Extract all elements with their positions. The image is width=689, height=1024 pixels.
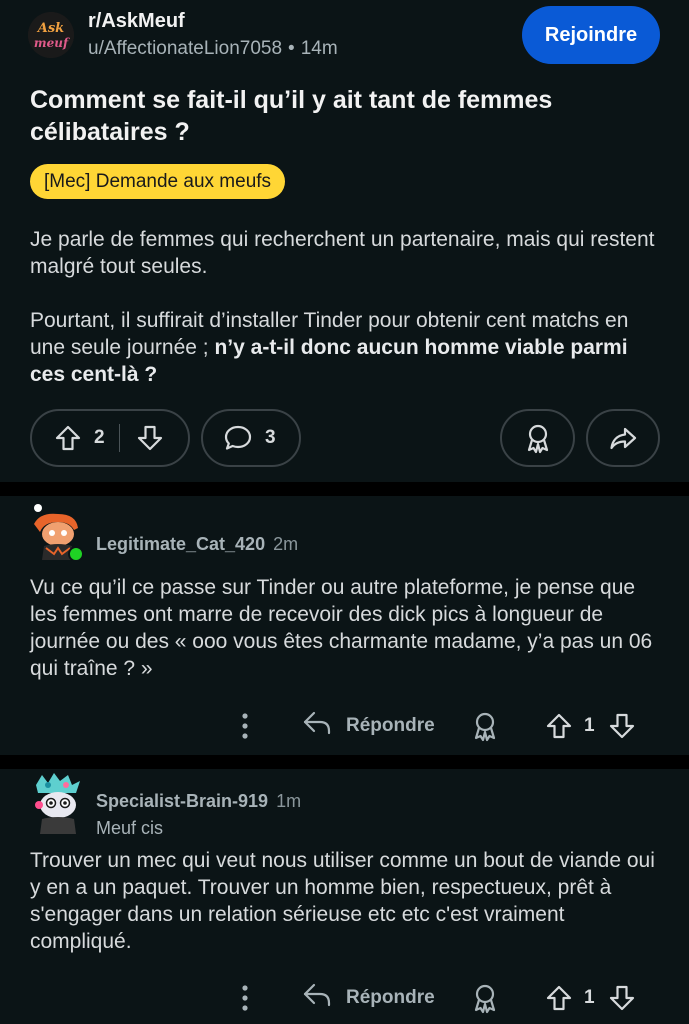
reply-button[interactable]: Répondre bbox=[302, 706, 435, 746]
user-flair: Meuf cis bbox=[96, 818, 164, 838]
share-icon bbox=[608, 423, 638, 453]
post-body-paragraph: Je parle de femmes qui recherchent un pa… bbox=[30, 228, 655, 278]
vote-pill: 2 bbox=[30, 409, 190, 467]
comment-time: 1m bbox=[276, 791, 302, 811]
share-button[interactable] bbox=[586, 409, 660, 467]
svg-text:Ask: Ask bbox=[36, 21, 64, 36]
comment-actions: Répondre 1 bbox=[0, 706, 689, 746]
reply-icon bbox=[302, 710, 332, 742]
avatar[interactable] bbox=[30, 771, 84, 834]
post-title[interactable]: Comment se fait-il qu’il y ait tant de f… bbox=[30, 84, 650, 148]
post-flair[interactable]: [Mec] Demande aux meufs bbox=[30, 164, 286, 199]
comment: Legitimate_Cat_420 2m Vu ce qu’il ce pass… bbox=[0, 496, 689, 755]
online-status-dot bbox=[68, 546, 84, 562]
comment-author-line: Legitimate_Cat_420 2m bbox=[96, 534, 298, 555]
vote-divider bbox=[118, 424, 120, 452]
reply-label: Répondre bbox=[346, 715, 435, 736]
comment-author-line: Specialist-Brain-919 1m bbox=[96, 791, 301, 812]
post-author-line: u/AffectionateLion7058 • 14m bbox=[88, 38, 338, 60]
downvote-icon[interactable] bbox=[608, 706, 636, 746]
award-icon[interactable] bbox=[470, 706, 500, 746]
snoo-avatar-icon bbox=[35, 773, 80, 834]
section-divider bbox=[0, 482, 689, 496]
avatar[interactable] bbox=[30, 502, 84, 562]
subreddit-name[interactable]: r/AskMeuf bbox=[88, 10, 185, 33]
comment: Specialist-Brain-919 1m Meuf cis Trouver … bbox=[0, 769, 689, 1024]
more-options-icon[interactable] bbox=[236, 706, 254, 746]
comment-time: 2m bbox=[273, 534, 299, 554]
subreddit-logo-icon: Ask meuf bbox=[28, 12, 74, 58]
award-button[interactable] bbox=[500, 409, 575, 467]
snoo-avatar-icon bbox=[34, 504, 84, 562]
section-divider bbox=[0, 755, 689, 769]
comment-actions: Répondre 1 bbox=[0, 978, 689, 1018]
post-time: 14m bbox=[300, 38, 338, 59]
reply-label: Répondre bbox=[346, 987, 435, 1008]
post-body-paragraph: Pourtant, il suffirait d’installer Tinde… bbox=[30, 307, 660, 388]
comment-score: 1 bbox=[584, 715, 595, 736]
award-icon[interactable] bbox=[470, 978, 500, 1018]
comment-username[interactable]: Legitimate_Cat_420 bbox=[96, 534, 265, 554]
more-options-icon[interactable] bbox=[236, 978, 254, 1018]
award-icon bbox=[523, 422, 553, 454]
comment-count: 3 bbox=[265, 427, 276, 448]
comments-button[interactable]: 3 bbox=[201, 409, 301, 467]
upvote-icon[interactable] bbox=[54, 424, 82, 452]
separator-dot: • bbox=[288, 38, 295, 59]
post-card: Ask meuf r/AskMeuf u/AffectionateLion705… bbox=[0, 0, 689, 482]
post-author[interactable]: u/AffectionateLion7058 bbox=[88, 38, 282, 59]
join-button[interactable]: Rejoindre bbox=[522, 6, 660, 64]
reply-icon bbox=[302, 982, 332, 1014]
upvote-icon[interactable] bbox=[545, 978, 573, 1018]
subreddit-avatar[interactable]: Ask meuf bbox=[28, 12, 74, 58]
comment-icon bbox=[223, 423, 253, 453]
comment-body: Trouver un mec qui veut nous utiliser co… bbox=[30, 849, 655, 953]
upvote-icon[interactable] bbox=[545, 706, 573, 746]
downvote-icon[interactable] bbox=[136, 424, 164, 452]
comment-body: Vu ce qu’il ce passe sur Tinder ou autre… bbox=[30, 576, 653, 680]
comment-score: 1 bbox=[584, 987, 595, 1008]
reply-button[interactable]: Répondre bbox=[302, 978, 435, 1018]
downvote-icon[interactable] bbox=[608, 978, 636, 1018]
comment-username[interactable]: Specialist-Brain-919 bbox=[96, 791, 268, 811]
svg-text:meuf: meuf bbox=[34, 36, 70, 50]
post-body: Je parle de femmes qui recherchent un pa… bbox=[30, 226, 660, 415]
post-score: 2 bbox=[94, 427, 105, 448]
